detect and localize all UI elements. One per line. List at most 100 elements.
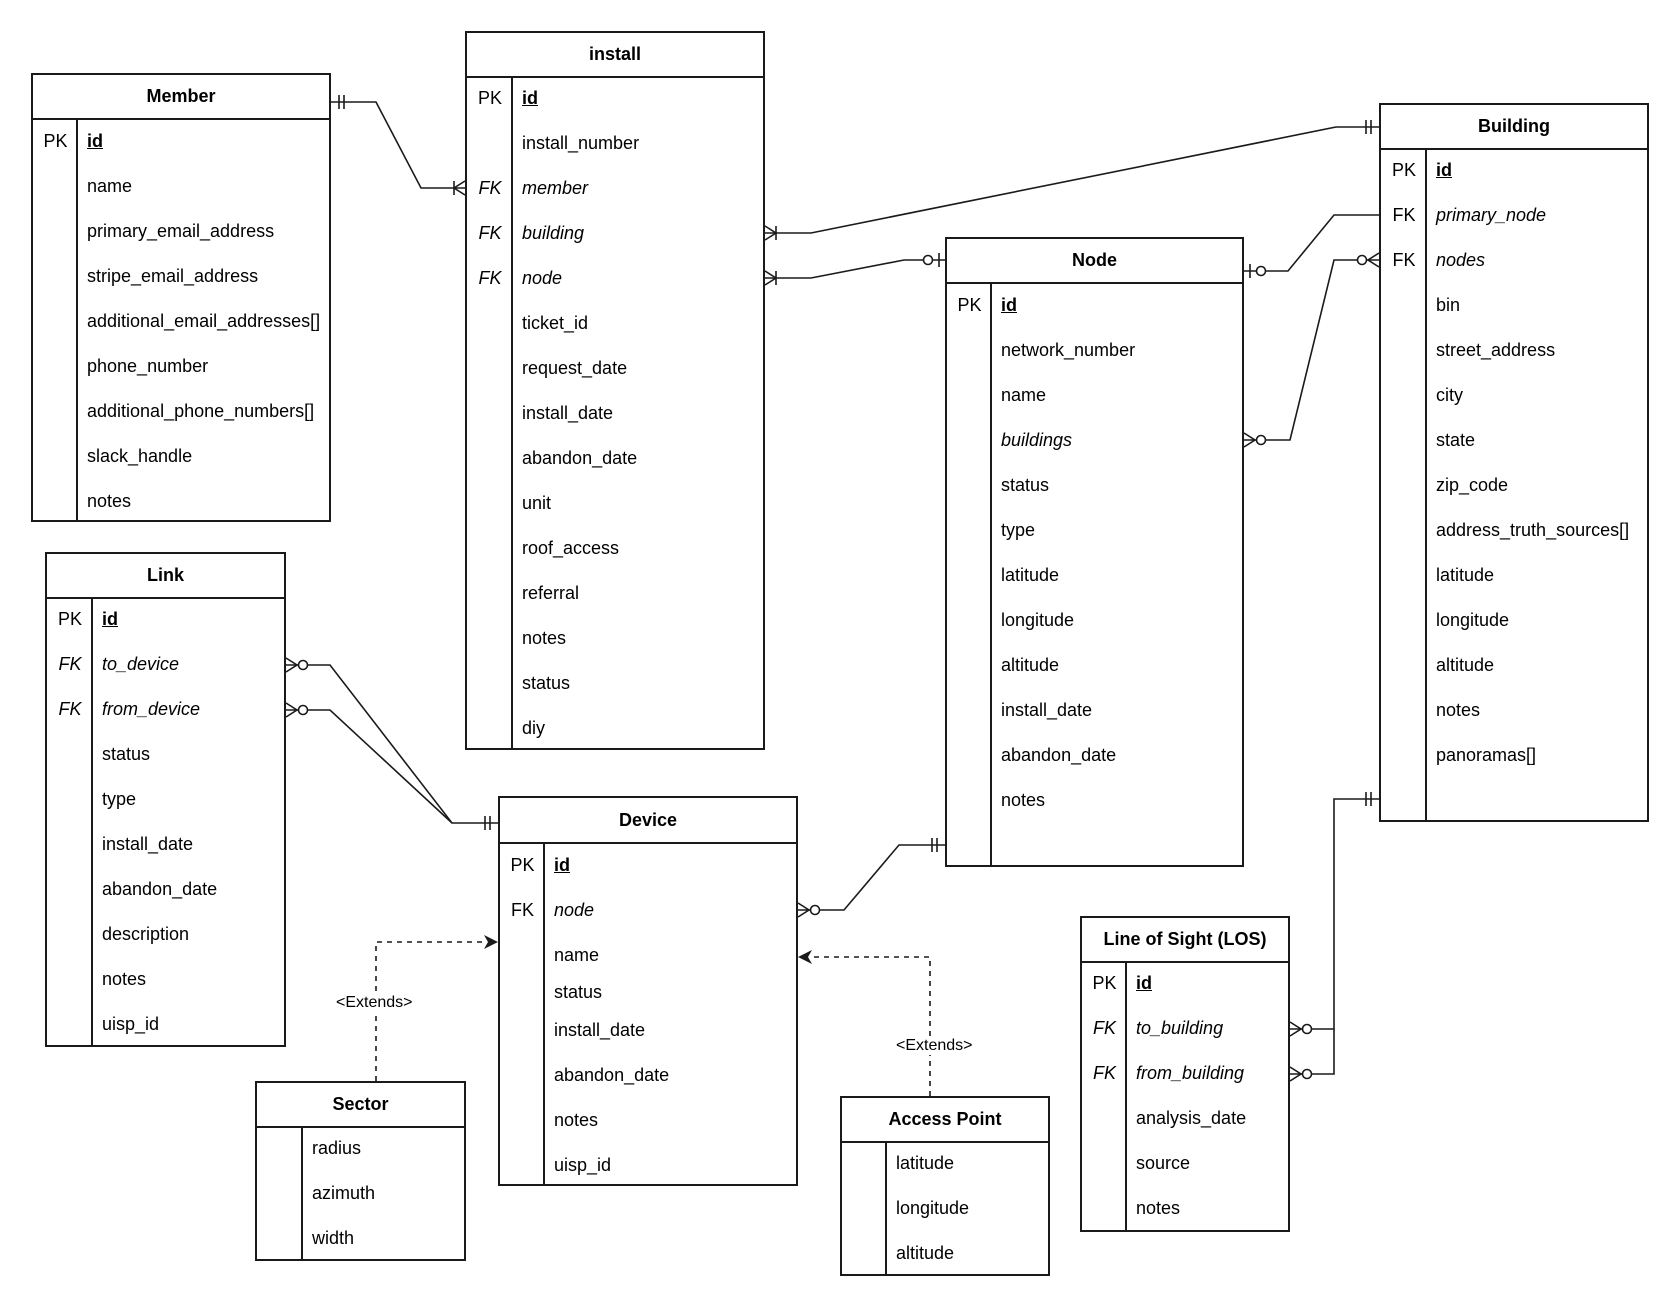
entity-sector[interactable]: Sector radius azimuth width bbox=[255, 1081, 466, 1261]
entity-install[interactable]: install PK id install_number FK member FK build… bbox=[465, 31, 765, 750]
entity-field-row[interactable]: abandon_date bbox=[47, 874, 284, 904]
entity-field-row[interactable]: altitude bbox=[1381, 650, 1647, 680]
entity-field-row[interactable]: description bbox=[47, 919, 284, 949]
entity-field-row[interactable]: azimuth bbox=[257, 1178, 464, 1208]
entity-field-row[interactable]: notes bbox=[947, 785, 1242, 815]
entity-field-row[interactable]: install_date bbox=[500, 1015, 796, 1045]
entity-field-row[interactable]: install_number bbox=[467, 128, 763, 158]
entity-node[interactable]: Node PK id network_number name buildings statu… bbox=[945, 237, 1244, 867]
entity-field-row[interactable]: analysis_date bbox=[1082, 1103, 1288, 1133]
entity-field-row[interactable]: uisp_id bbox=[500, 1150, 796, 1180]
entity-field-row[interactable]: PK id bbox=[33, 126, 329, 156]
entity-field-row[interactable]: PK id bbox=[467, 83, 763, 113]
entity-field-row[interactable]: city bbox=[1381, 380, 1647, 410]
edge-install-node bbox=[765, 259, 945, 279]
entity-field-row[interactable]: width bbox=[257, 1223, 464, 1253]
entity-field-row[interactable]: notes bbox=[467, 623, 763, 653]
entity-field-row[interactable]: notes bbox=[1082, 1193, 1288, 1223]
entity-field-row[interactable]: longitude bbox=[1381, 605, 1647, 635]
entity-field-row[interactable]: altitude bbox=[842, 1238, 1048, 1268]
entity-field-row[interactable]: status bbox=[947, 470, 1242, 500]
entity-building[interactable]: Building PK id FK primary_node FK nodes bin stre… bbox=[1379, 103, 1649, 822]
entity-field-row[interactable]: FK node bbox=[467, 263, 763, 293]
entity-field-row[interactable]: install_date bbox=[467, 398, 763, 428]
entity-field-row[interactable]: state bbox=[1381, 425, 1647, 455]
entity-member[interactable]: Member PK id name primary_email_address strip… bbox=[31, 73, 331, 522]
entity-field-row[interactable]: PK id bbox=[1381, 155, 1647, 185]
entity-field-row[interactable]: zip_code bbox=[1381, 470, 1647, 500]
entity-field-row[interactable]: FK to_building bbox=[1082, 1013, 1288, 1043]
entity-field-row[interactable]: notes bbox=[47, 964, 284, 994]
entity-field-row[interactable]: PK id bbox=[947, 290, 1242, 320]
entity-device[interactable]: Device PK id FK node name status install_date ab… bbox=[498, 796, 798, 1186]
entity-field-row[interactable]: notes bbox=[1381, 695, 1647, 725]
entity-field-row[interactable]: street_address bbox=[1381, 335, 1647, 365]
entity-field-row[interactable]: name bbox=[33, 171, 329, 201]
entity-field-row[interactable]: type bbox=[947, 515, 1242, 545]
entity-field-row[interactable]: FK member bbox=[467, 173, 763, 203]
entity-field-row[interactable]: latitude bbox=[1381, 560, 1647, 590]
entity-field-row[interactable]: slack_handle bbox=[33, 441, 329, 471]
entity-link[interactable]: Link PK id FK to_device FK from_device status ty… bbox=[45, 552, 286, 1047]
entity-field-row[interactable]: latitude bbox=[842, 1148, 1048, 1178]
entity-field-row[interactable]: abandon_date bbox=[500, 1060, 796, 1090]
entity-field-row[interactable]: uisp_id bbox=[47, 1009, 284, 1039]
entity-field-row[interactable]: phone_number bbox=[33, 351, 329, 381]
entity-los[interactable]: Line of Sight (LOS) PK id FK to_building FK fr… bbox=[1080, 916, 1290, 1232]
entity-field-row[interactable]: name bbox=[500, 940, 796, 970]
entity-field-row[interactable]: status bbox=[500, 977, 796, 1007]
entity-field-row[interactable]: name bbox=[947, 380, 1242, 410]
field-name: id bbox=[87, 130, 103, 151]
entity-field-row[interactable]: stripe_email_address bbox=[33, 261, 329, 291]
entity-field-row[interactable]: abandon_date bbox=[947, 740, 1242, 770]
entity-field-row[interactable]: type bbox=[47, 784, 284, 814]
entity-field-row[interactable]: FK building bbox=[467, 218, 763, 248]
entity-field-row[interactable]: PK id bbox=[47, 604, 284, 634]
entity-field-row[interactable]: roof_access bbox=[467, 533, 763, 563]
entity-title: Sector bbox=[257, 1083, 464, 1128]
entity-field-row[interactable]: longitude bbox=[842, 1193, 1048, 1223]
entity-field-row[interactable]: ticket_id bbox=[467, 308, 763, 338]
entity-field-row[interactable]: primary_email_address bbox=[33, 216, 329, 246]
entity-field-row[interactable]: status bbox=[467, 668, 763, 698]
entity-field-row[interactable]: longitude bbox=[947, 605, 1242, 635]
entity-field-row[interactable]: buildings bbox=[947, 425, 1242, 455]
field-name: notes bbox=[1136, 1197, 1181, 1218]
entity-field-row[interactable]: diy bbox=[467, 713, 763, 743]
entity-field-row[interactable]: install_date bbox=[947, 695, 1242, 725]
entity-field-row[interactable]: bin bbox=[1381, 290, 1647, 320]
entity-field-row[interactable]: network_number bbox=[947, 335, 1242, 365]
field-name: slack_handle bbox=[87, 445, 193, 466]
entity-field-row[interactable]: request_date bbox=[467, 353, 763, 383]
entity-field-row[interactable]: FK nodes bbox=[1381, 245, 1647, 275]
entity-field-row[interactable]: additional_phone_numbers[] bbox=[33, 396, 329, 426]
entity-field-row[interactable]: FK node bbox=[500, 895, 796, 925]
entity-field-row[interactable]: status bbox=[47, 739, 284, 769]
entity-field-row[interactable]: abandon_date bbox=[467, 443, 763, 473]
entity-field-row[interactable]: FK to_device bbox=[47, 649, 284, 679]
entity-field-row[interactable]: radius bbox=[257, 1133, 464, 1163]
entity-field-row[interactable]: unit bbox=[467, 488, 763, 518]
entity-field-row[interactable]: latitude bbox=[947, 560, 1242, 590]
entity-field-row[interactable]: referral bbox=[467, 578, 763, 608]
key-label: PK bbox=[510, 854, 535, 875]
entity-access-point[interactable]: Access Point latitude longitude altitude bbox=[840, 1096, 1050, 1276]
entity-field-row[interactable]: address_truth_sources[] bbox=[1381, 515, 1647, 545]
entity-field-row[interactable]: PK id bbox=[1082, 968, 1288, 998]
entity-field-row[interactable]: altitude bbox=[947, 650, 1242, 680]
entity-field-row[interactable]: panoramas[] bbox=[1381, 740, 1647, 770]
entity-field-row[interactable]: install_date bbox=[47, 829, 284, 859]
entity-field-row[interactable]: FK from_building bbox=[1082, 1058, 1288, 1088]
entity-field-row[interactable]: notes bbox=[500, 1105, 796, 1135]
field-name: primary_email_address bbox=[87, 220, 275, 241]
entity-field-row[interactable]: PK id bbox=[500, 850, 796, 880]
entity-field-row[interactable]: source bbox=[1082, 1148, 1288, 1178]
key-label: FK bbox=[58, 653, 82, 674]
entity-field-row[interactable]: FK from_device bbox=[47, 694, 284, 724]
zero-marker-icon bbox=[1301, 1068, 1313, 1080]
entity-field-row[interactable]: FK primary_node bbox=[1381, 200, 1647, 230]
field-name: name bbox=[87, 175, 133, 196]
entity-field-row[interactable]: notes bbox=[33, 486, 329, 516]
extends-label-access-point: <Extends> bbox=[894, 1037, 975, 1055]
entity-field-row[interactable]: additional_email_addresses[] bbox=[33, 306, 329, 336]
